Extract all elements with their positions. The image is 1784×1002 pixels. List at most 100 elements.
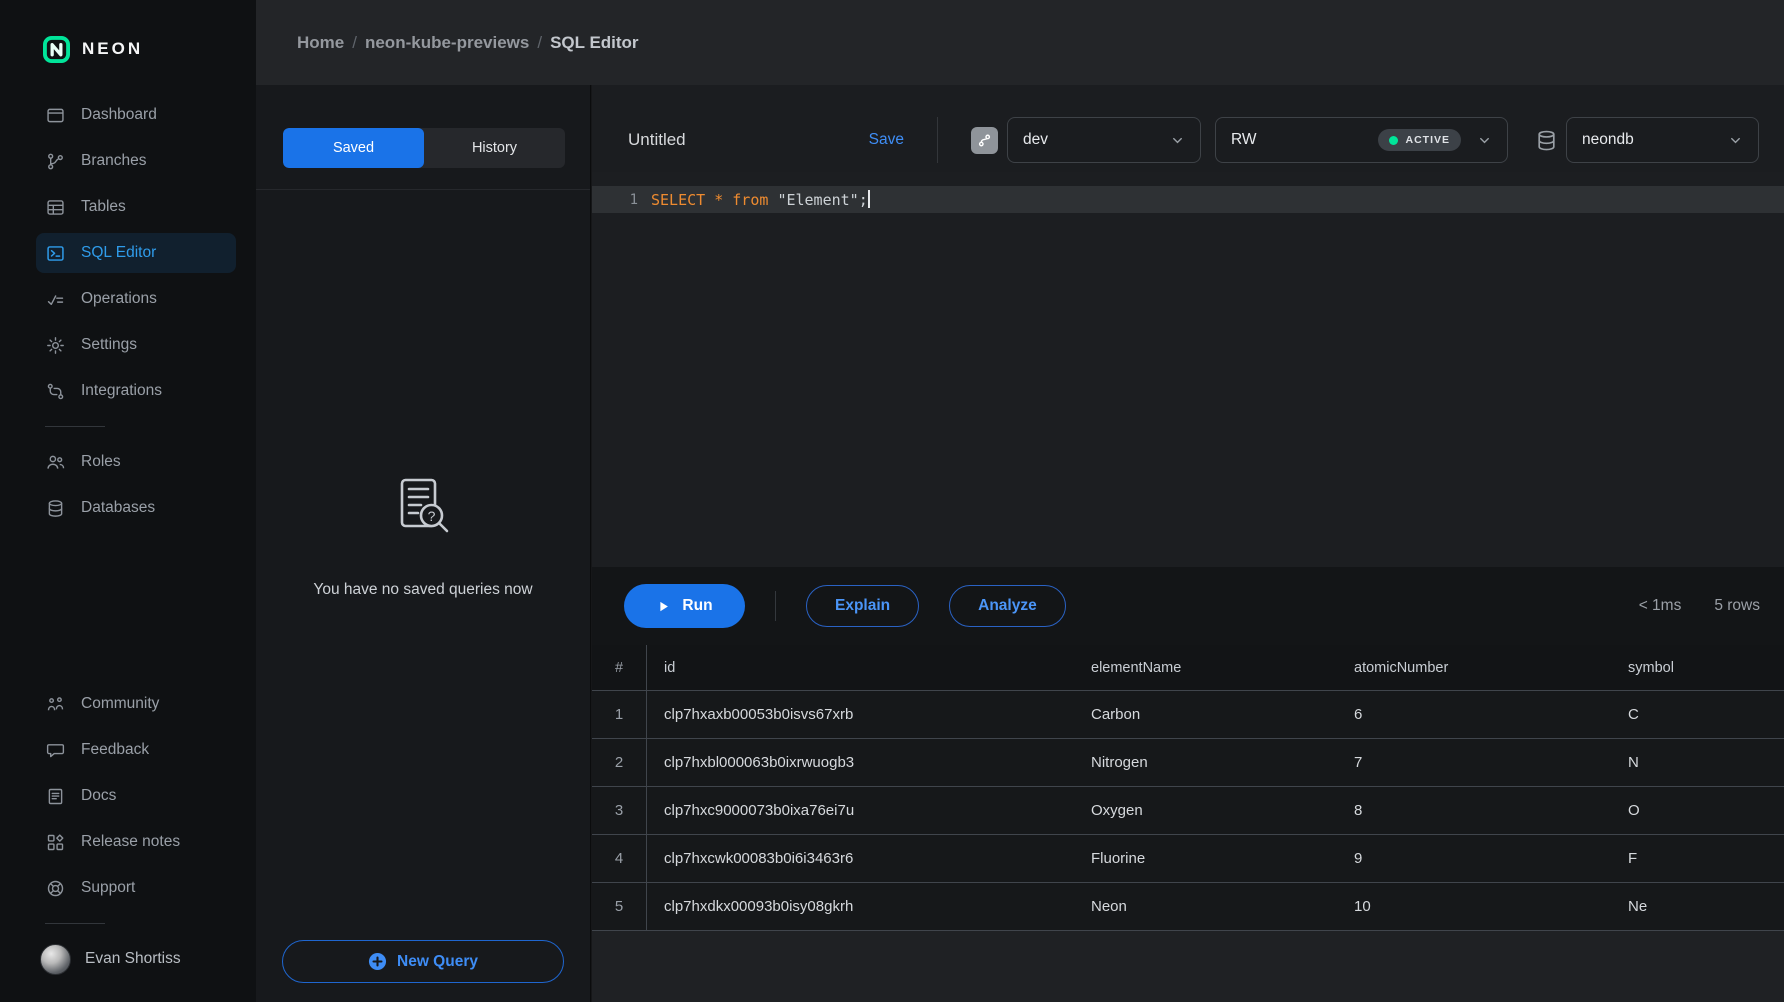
release-notes-icon	[45, 832, 66, 853]
plus-circle-icon	[368, 952, 387, 971]
table-row[interactable]: 5 clp7hxdkx00093b0isy08gkrh Neon 10 Ne	[592, 883, 1784, 931]
explain-button[interactable]: Explain	[806, 585, 919, 627]
table-row[interactable]: 2 clp7hxbl000063b0ixrwuogb3 Nitrogen 7 N	[592, 739, 1784, 787]
sidebar-item-tables[interactable]: Tables	[36, 184, 236, 230]
database-select[interactable]: neondb	[1566, 117, 1759, 163]
empty-queries-icon: ?	[389, 475, 457, 541]
cell-elementName: Fluorine	[1074, 850, 1337, 867]
user-name: Evan Shortiss	[85, 950, 181, 968]
sidebar-item-support[interactable]: Support	[36, 865, 236, 911]
status-badge-label: ACTIVE	[1405, 134, 1450, 146]
cell-symbol: C	[1611, 706, 1784, 723]
editor-header: Untitled Save dev RW ACTIVE	[592, 85, 1784, 172]
cell-id: clp7hxdkx00093b0isy08gkrh	[647, 898, 1074, 915]
cell-elementName: Carbon	[1074, 706, 1337, 723]
queries-panel: Saved History ? You have no saved querie…	[256, 85, 591, 1002]
play-icon	[656, 599, 671, 614]
avatar	[40, 944, 71, 975]
line-number: 1	[592, 192, 638, 208]
sidebar-item-operations[interactable]: Operations	[36, 276, 236, 322]
toolbar-divider	[775, 591, 776, 621]
sidebar-item-label: Support	[81, 879, 135, 897]
compute-select[interactable]: RW ACTIVE	[1215, 117, 1508, 163]
sidebar-item-roles[interactable]: Roles	[36, 439, 236, 485]
new-query-label: New Query	[397, 953, 478, 971]
sidebar-item-sql-editor[interactable]: SQL Editor	[36, 233, 236, 273]
brand-logo[interactable]: NEON	[0, 0, 256, 70]
queries-panel-divider	[256, 189, 590, 190]
table-row[interactable]: 3 clp7hxc9000073b0ixa76ei7u Oxygen 8 O	[592, 787, 1784, 835]
text-cursor	[868, 190, 870, 208]
column-header: elementName	[1074, 660, 1337, 676]
cell-atomicNumber: 8	[1337, 802, 1611, 819]
compute-select-value: RW	[1231, 131, 1257, 149]
cell-elementName: Nitrogen	[1074, 754, 1337, 771]
users-icon	[45, 452, 66, 473]
branch-button[interactable]	[971, 127, 998, 154]
status-badge: ACTIVE	[1378, 129, 1461, 151]
query-title[interactable]: Untitled	[628, 130, 686, 150]
sidebar-item-settings[interactable]: Settings	[36, 322, 236, 368]
chevron-down-icon	[1170, 133, 1185, 148]
tab-saved[interactable]: Saved	[283, 128, 424, 168]
cell-id: clp7hxaxb00053b0isvs67xrb	[647, 706, 1074, 723]
new-query-button[interactable]: New Query	[282, 940, 564, 983]
query-stats: < 1ms 5 rows	[1639, 597, 1760, 615]
sidebar-item-dashboard[interactable]: Dashboard	[36, 92, 236, 138]
queries-tabs: Saved History	[283, 128, 565, 168]
sidebar-item-community[interactable]: Community	[36, 681, 236, 727]
active-dot-icon	[1389, 136, 1398, 145]
cell-id: clp7hxc9000073b0ixa76ei7u	[647, 802, 1074, 819]
sidebar-item-label: Integrations	[81, 382, 162, 400]
support-icon	[45, 878, 66, 899]
svg-text:?: ?	[428, 508, 436, 524]
database-select-value: neondb	[1582, 131, 1634, 149]
sidebar-footer: Community Feedback Docs	[0, 681, 256, 1002]
sidebar-item-label: Tables	[81, 198, 126, 216]
sidebar-item-release-notes[interactable]: Release notes	[36, 819, 236, 865]
sidebar-item-label: Feedback	[81, 741, 149, 759]
row-index: 1	[592, 691, 647, 738]
sidebar: NEON Dashboard Branches Tables	[0, 0, 256, 1002]
code-line-1[interactable]: 1 SELECT * from "Element";	[592, 186, 1784, 213]
breadcrumb-separator: /	[344, 33, 365, 52]
column-header: symbol	[1611, 660, 1784, 676]
tab-history[interactable]: History	[424, 128, 565, 168]
sidebar-item-integrations[interactable]: Integrations	[36, 368, 236, 414]
branch-icon	[45, 151, 66, 172]
integrations-icon	[45, 381, 66, 402]
branch-select[interactable]: dev	[1007, 117, 1201, 163]
sidebar-item-databases[interactable]: Databases	[36, 485, 236, 531]
table-icon	[45, 197, 66, 218]
sidebar-item-branches[interactable]: Branches	[36, 138, 236, 184]
cell-atomicNumber: 10	[1337, 898, 1611, 915]
cell-symbol: Ne	[1611, 898, 1784, 915]
chevron-down-icon	[1728, 133, 1743, 148]
sidebar-divider	[45, 426, 105, 427]
breadcrumb-project[interactable]: neon-kube-previews	[365, 33, 529, 52]
cell-atomicNumber: 7	[1337, 754, 1611, 771]
run-button[interactable]: Run	[624, 584, 745, 628]
sidebar-item-label: Dashboard	[81, 106, 157, 124]
sidebar-item-docs[interactable]: Docs	[36, 773, 236, 819]
neon-logo-icon	[43, 36, 70, 63]
code-text: SELECT * from "Element";	[638, 190, 870, 209]
save-button[interactable]: Save	[869, 131, 904, 149]
sidebar-item-label: Operations	[81, 290, 157, 308]
table-row[interactable]: 4 clp7hxcwk00083b0i6i3463r6 Fluorine 9 F	[592, 835, 1784, 883]
column-header: atomicNumber	[1337, 660, 1611, 676]
table-row[interactable]: 1 clp7hxaxb00053b0isvs67xrb Carbon 6 C	[592, 691, 1784, 739]
docs-icon	[45, 786, 66, 807]
sidebar-item-label: Community	[81, 695, 159, 713]
cell-id: clp7hxbl000063b0ixrwuogb3	[647, 754, 1074, 771]
cell-atomicNumber: 6	[1337, 706, 1611, 723]
community-icon	[45, 694, 66, 715]
sidebar-item-feedback[interactable]: Feedback	[36, 727, 236, 773]
row-index: 5	[592, 883, 647, 930]
breadcrumb-home[interactable]: Home	[297, 33, 344, 52]
sql-code-editor[interactable]: 1 SELECT * from "Element";	[592, 172, 1784, 567]
analyze-button[interactable]: Analyze	[949, 585, 1066, 627]
sidebar-item-label: Databases	[81, 499, 155, 517]
operations-icon	[45, 289, 66, 310]
user-menu[interactable]: Evan Shortiss	[0, 936, 256, 1002]
